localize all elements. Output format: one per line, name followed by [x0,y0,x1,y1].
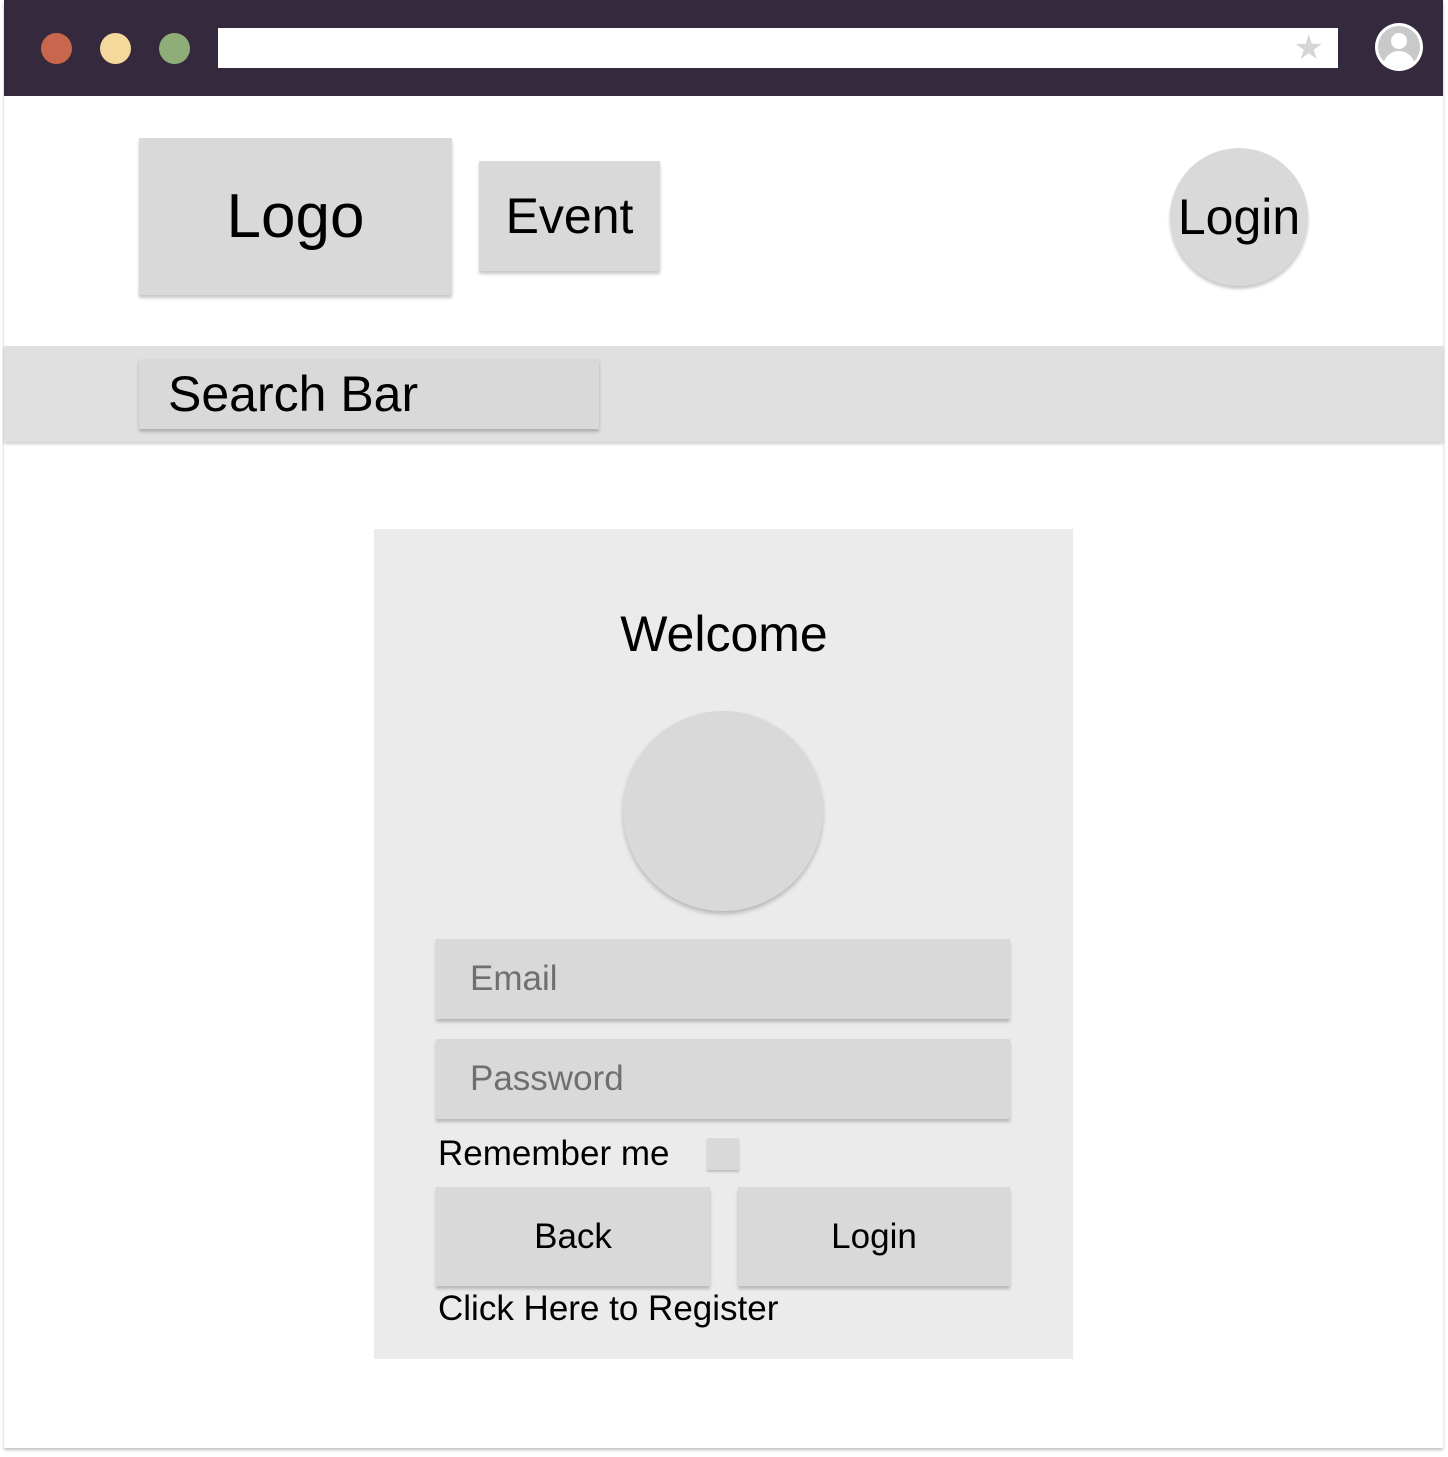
profile-head-shape [1391,33,1407,49]
minimize-window-button[interactable] [100,33,131,64]
maximize-window-button[interactable] [159,33,190,64]
back-button[interactable]: Back [436,1187,710,1286]
register-link[interactable]: Click Here to Register [438,1287,778,1331]
password-placeholder: Password [470,1059,624,1098]
event-nav-button[interactable]: Event [479,161,660,271]
welcome-title: Welcome [620,606,828,662]
logo[interactable]: Logo [139,138,452,295]
star-icon[interactable]: ★ [1294,30,1324,66]
header-login-button[interactable]: Login [1170,148,1308,286]
avatar [623,711,823,911]
profile-avatar-circle [1378,26,1420,68]
close-window-button[interactable] [41,33,72,64]
remember-me-checkbox[interactable] [707,1138,739,1170]
email-field[interactable]: Email [436,939,1010,1019]
password-field[interactable]: Password [436,1039,1010,1119]
search-bar[interactable]: Search Bar [139,359,599,429]
login-submit-button[interactable]: Login [738,1187,1010,1286]
browser-toolbar: ★ [4,0,1443,96]
email-placeholder: Email [470,959,558,998]
profile-shoulders-shape [1383,51,1415,68]
user-profile-icon[interactable] [1375,23,1423,71]
remember-me-label: Remember me [438,1134,670,1173]
address-bar[interactable]: ★ [218,28,1338,68]
